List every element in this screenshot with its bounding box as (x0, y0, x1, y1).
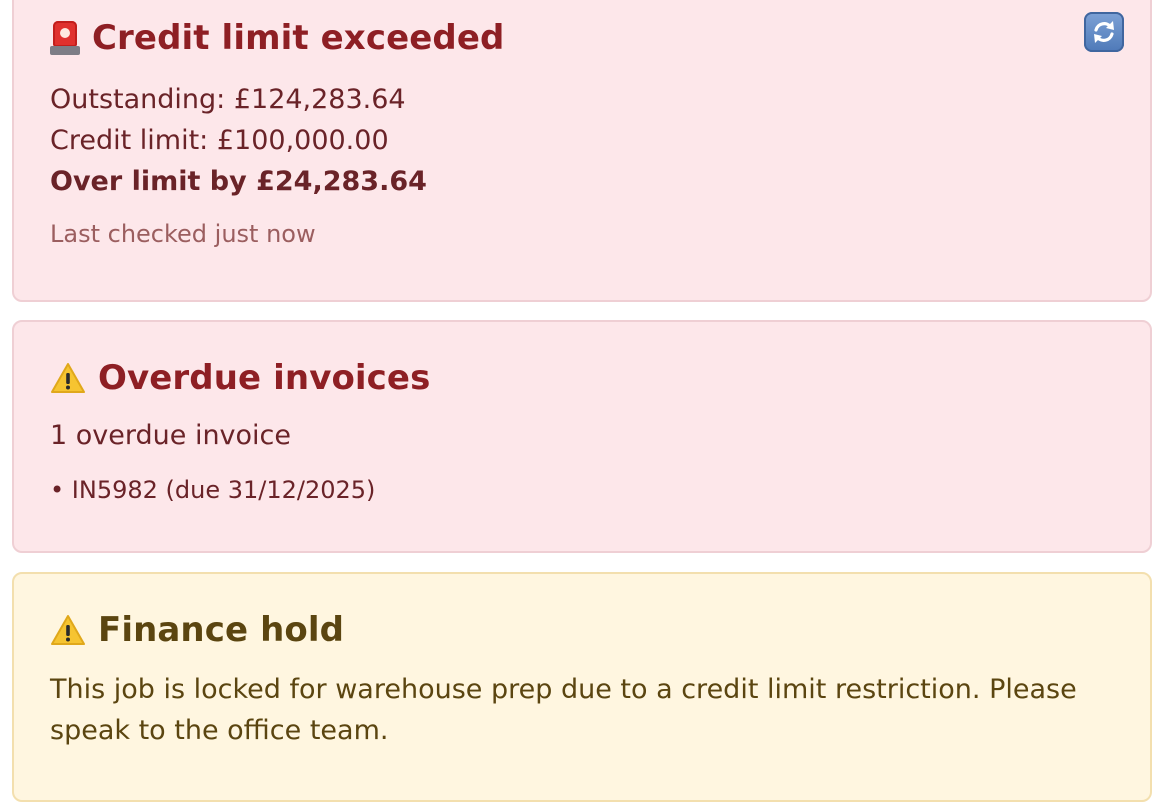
outstanding-amount: Outstanding: £124,283.64 (50, 84, 406, 115)
last-checked-status: Last checked just now (50, 220, 316, 248)
finance-hold-message-line1: This job is locked for warehouse prep du… (50, 674, 1077, 705)
overdue-invoices-title: Overdue invoices (98, 358, 431, 398)
refresh-button[interactable] (1084, 12, 1124, 52)
warning-icon (51, 615, 85, 645)
finance-hold-panel: Finance hold This job is locked for ware… (12, 572, 1152, 802)
finance-hold-title: Finance hold (98, 610, 345, 650)
overdue-invoices-panel: Overdue invoices 1 overdue invoice • IN5… (12, 320, 1152, 553)
overdue-invoice-item: • IN5982 (due 31/12/2025) (50, 476, 376, 504)
finance-hold-header: Finance hold (50, 610, 344, 650)
overdue-invoices-header: Overdue invoices (50, 358, 430, 398)
refresh-icon (1094, 21, 1114, 43)
siren-icon (50, 21, 80, 55)
finance-hold-message-line2: speak to the office team. (50, 715, 389, 746)
overdue-summary: 1 overdue invoice (50, 420, 292, 451)
credit-limit-title: Credit limit exceeded (92, 18, 505, 58)
credit-limit-panel: Credit limit exceeded Outstanding: £124,… (12, 0, 1152, 302)
over-limit-amount: Over limit by £24,283.64 (50, 166, 427, 197)
warning-icon (51, 363, 85, 393)
credit-limit-amount: Credit limit: £100,000.00 (50, 125, 389, 156)
credit-limit-header: Credit limit exceeded (50, 18, 504, 58)
